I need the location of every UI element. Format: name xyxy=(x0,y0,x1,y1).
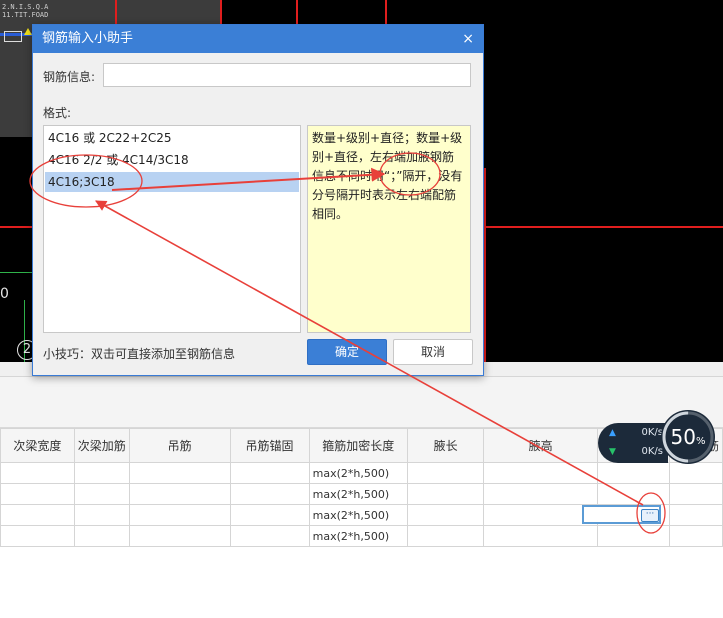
rebar-info-input[interactable] xyxy=(103,63,471,87)
cad-overlay-text: 2.N.I.S.Q.A 11.TIT.FOAD xyxy=(2,3,48,19)
grid-cell[interactable] xyxy=(0,525,75,547)
cad-red-line xyxy=(115,0,117,26)
grid-cell[interactable] xyxy=(483,504,598,526)
more-options-button[interactable]: ··· xyxy=(641,509,659,522)
grid-cell[interactable] xyxy=(229,504,310,526)
grid-cell[interactable] xyxy=(406,504,485,526)
rebar-input-dialog: 钢筋输入小助手 × 钢筋信息: 格式: 4C16 或 2C22+2C25 4C1… xyxy=(32,24,484,376)
grid-cell[interactable]: max(2*h,500) xyxy=(308,462,408,484)
cad-red-line xyxy=(484,168,486,362)
cad-overlay-line: 11.TIT.FOAD xyxy=(2,11,49,19)
grid-cell[interactable] xyxy=(128,525,231,547)
grid-cell[interactable] xyxy=(406,483,485,505)
close-icon[interactable]: × xyxy=(462,25,474,53)
cancel-button[interactable]: 取消 xyxy=(393,339,473,365)
cad-red-line xyxy=(484,226,723,228)
grid-cell[interactable] xyxy=(668,525,723,547)
grid-cell[interactable] xyxy=(229,483,310,505)
column-header[interactable]: 吊筋锚固 xyxy=(229,428,310,463)
list-item[interactable]: 4C16 2/2 或 4C14/3C18 xyxy=(45,150,299,170)
grid-cell[interactable] xyxy=(483,462,598,484)
grid-cell[interactable] xyxy=(73,462,130,484)
grid-cell[interactable] xyxy=(596,525,670,547)
list-item-selected[interactable]: 4C16;3C18 xyxy=(45,172,299,192)
grid-cell[interactable] xyxy=(406,462,485,484)
grid-cell[interactable] xyxy=(73,525,130,547)
usage-percent-unit: % xyxy=(695,436,706,447)
column-header[interactable]: 腋高 xyxy=(483,428,598,463)
usage-percent-value: 50 xyxy=(670,425,696,449)
format-label: 格式: xyxy=(43,106,72,120)
cad-green-line xyxy=(0,272,32,273)
cad-overlay-line: 2.N.I.S.Q.A xyxy=(2,3,49,11)
column-header[interactable]: 吊筋 xyxy=(128,428,231,463)
table-row: max(2*h,500) xyxy=(0,525,723,547)
grid-cell[interactable] xyxy=(483,525,598,547)
grid-cell[interactable]: max(2*h,500) xyxy=(308,483,408,505)
ok-button[interactable]: 确定 xyxy=(307,339,387,365)
cad-red-line xyxy=(385,0,387,26)
cad-axis-label: 0 xyxy=(0,286,9,302)
grid-cell[interactable] xyxy=(0,504,75,526)
grid-cell[interactable]: max(2*h,500) xyxy=(308,504,408,526)
grid-cell[interactable] xyxy=(483,483,598,505)
grid-cell[interactable] xyxy=(128,483,231,505)
grid-cell[interactable] xyxy=(229,462,310,484)
column-header[interactable]: 腋长 xyxy=(406,428,485,463)
grid-cell[interactable] xyxy=(668,483,723,505)
speed-readout: ▲ 0K/s ▼ 0K/s xyxy=(598,423,668,463)
grid-cell[interactable] xyxy=(596,483,670,505)
dialog-titlebar[interactable]: 钢筋输入小助手 × xyxy=(33,25,483,53)
cad-view-button[interactable] xyxy=(4,31,22,42)
tip-text: 小技巧：双击可直接添加至钢筋信息 xyxy=(43,347,236,361)
download-speed: 0K/s xyxy=(641,446,664,457)
grid-cell[interactable] xyxy=(0,462,75,484)
grid-cell[interactable] xyxy=(73,483,130,505)
grid-cell[interactable] xyxy=(668,504,723,526)
table-row: max(2*h,500) xyxy=(0,483,723,505)
format-list[interactable]: 4C16 或 2C22+2C25 4C16 2/2 或 4C14/3C18 4C… xyxy=(43,125,301,333)
format-hint-box: 数量+级别+直径；数量+级别+直径，左右端加腋钢筋信息不同时用“；”隔开，没有分… xyxy=(307,125,471,333)
column-header[interactable]: 箍筋加密长度 xyxy=(308,428,408,463)
upload-speed: 0K/s xyxy=(641,427,664,438)
network-speed-widget[interactable]: ▲ 0K/s ▼ 0K/s 50% xyxy=(598,410,720,466)
column-header[interactable]: 次梁宽度 xyxy=(0,428,75,463)
usage-percent: 50% xyxy=(660,409,716,465)
grid-cell[interactable] xyxy=(73,504,130,526)
cad-red-line xyxy=(296,0,298,26)
grid-cell[interactable] xyxy=(128,462,231,484)
list-item[interactable]: 4C16 或 2C22+2C25 xyxy=(45,128,299,148)
grid-cell[interactable] xyxy=(128,504,231,526)
grid-cell[interactable]: max(2*h,500) xyxy=(308,525,408,547)
cad-marker-icon xyxy=(24,28,32,35)
grid-cell[interactable] xyxy=(406,525,485,547)
column-header[interactable]: 次梁加筋 xyxy=(73,428,130,463)
grid-cell[interactable] xyxy=(0,483,75,505)
rebar-info-label: 钢筋信息: xyxy=(43,70,96,84)
cad-red-line xyxy=(0,226,32,228)
grid-cell[interactable] xyxy=(229,525,310,547)
dialog-title: 钢筋输入小助手 xyxy=(42,31,134,46)
